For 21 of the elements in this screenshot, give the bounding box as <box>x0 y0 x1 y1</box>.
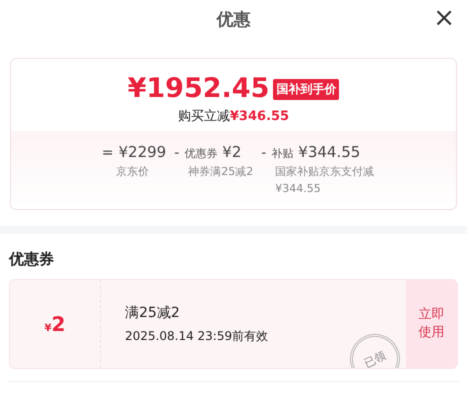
item-amount: ¥344.55 <box>298 143 360 161</box>
item-note: 京东价 <box>114 164 150 180</box>
operator: - <box>174 145 180 161</box>
section-title: 优惠券 <box>9 250 55 269</box>
item-label: 优惠券 <box>184 146 218 161</box>
dialog-title: 优惠 <box>216 8 250 30</box>
item-amount: ¥2 <box>222 143 242 161</box>
item-note: 神券满25减2 <box>187 164 254 180</box>
close-button[interactable]: × <box>429 4 459 32</box>
item-note: 国家补贴京东支付减¥344.55 <box>274 164 376 197</box>
coupon-title: 满25减2 <box>125 304 181 322</box>
operator: = <box>102 145 114 161</box>
item-label: 补贴 <box>271 146 294 161</box>
operator: - <box>261 145 266 161</box>
item-amount: ¥2299 <box>118 143 166 161</box>
use-now-button[interactable]: 立即使用 <box>406 280 457 368</box>
final-price: ¥1952.45 <box>128 73 270 105</box>
saving-text: 购买立减¥346.55 <box>178 108 290 125</box>
price-tag: 国补到手价 <box>273 78 340 100</box>
coupon-validity: 2025.08.14 23:59前有效 <box>125 328 270 344</box>
coupon-value: ¥2 <box>44 312 66 336</box>
